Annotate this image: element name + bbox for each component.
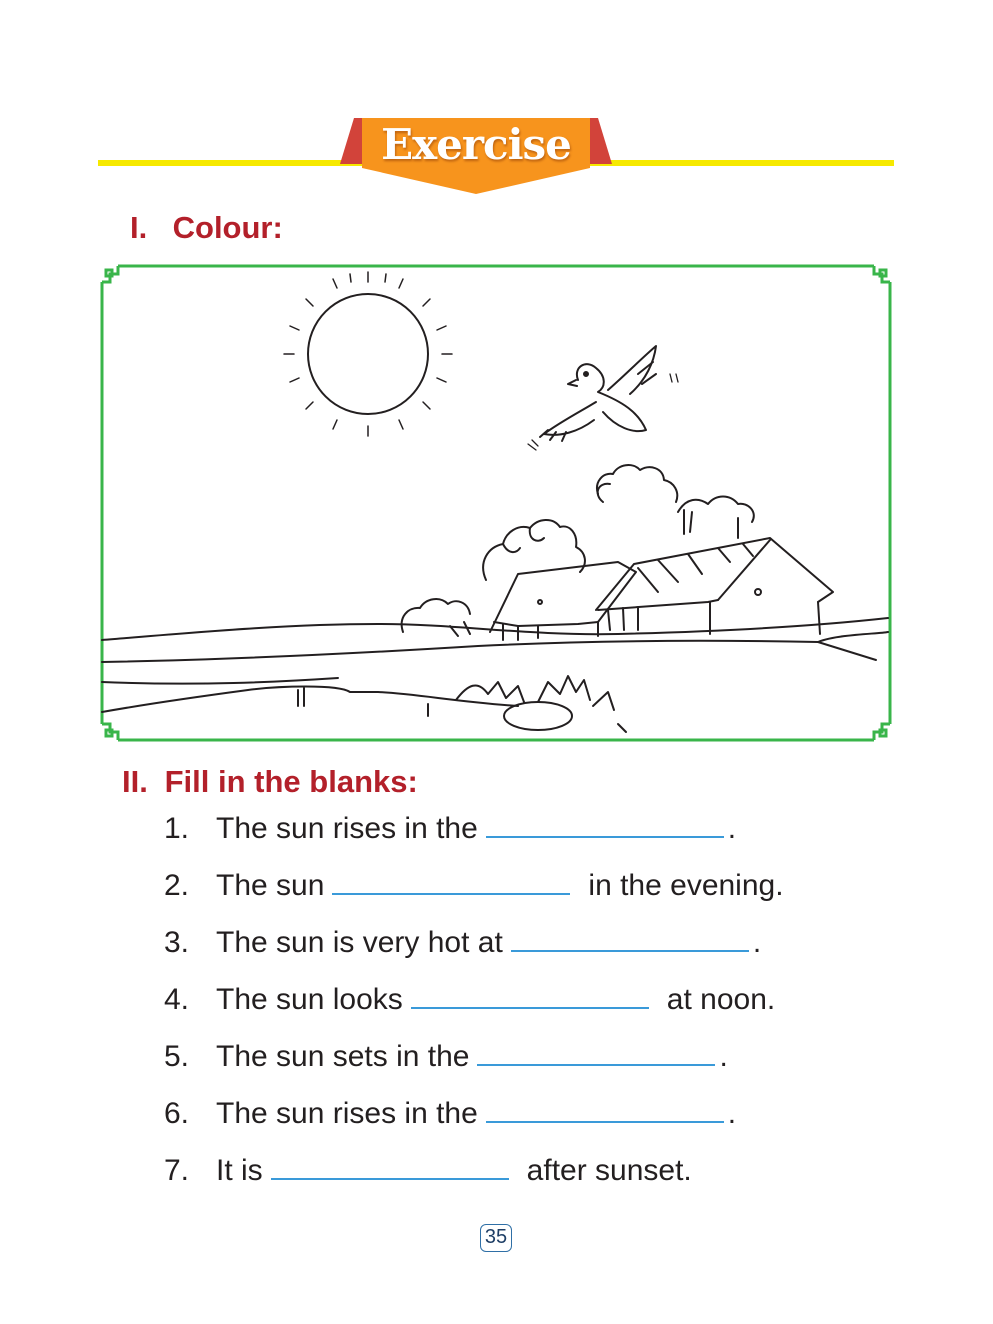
blank-item: 4. The sun looks at noon. [164,979,784,1036]
blank-item: 5. The sun sets in the. [164,1036,784,1093]
blank-item: 1. The sun rises in the. [164,808,784,865]
answer-blank[interactable] [477,1038,716,1066]
colouring-picture [100,264,892,742]
fill-blanks-list: 1. The sun rises in the. 2. The sun in the … [164,808,784,1207]
section-title: Fill in the blanks: [164,764,418,799]
answer-blank[interactable] [510,924,749,952]
answer-blank[interactable] [410,981,649,1009]
item-number: 5. [164,1040,190,1073]
answer-blank[interactable] [485,810,724,838]
section-heading-colour: I. Colour: [130,210,283,246]
page-number: 35 [480,1224,512,1252]
item-number: 1. [164,812,190,845]
sentence-start: The sun looks [216,983,403,1016]
huts-drawing [489,537,834,641]
blank-item: 6. The sun rises in the. [164,1093,784,1150]
blank-item: 2. The sun in the evening. [164,865,784,922]
sentence-start: The sun is very hot at [216,926,503,959]
sentence-end: . [727,1097,737,1130]
picture-frame-border [100,264,892,742]
sentence-end: at noon. [666,983,776,1016]
item-number: 4. [164,983,190,1016]
sentence-start: It is [216,1154,263,1187]
item-number: 7. [164,1154,190,1187]
pond-grass-drawing [455,675,627,733]
section-number: II. [122,764,148,799]
section-heading-fill-blanks: II. Fill in the blanks: [122,764,418,800]
sentence-start: The sun rises in the [216,812,478,845]
sentence-end: . [752,926,762,959]
blank-item: 3. The sun is very hot at. [164,922,784,979]
section-title: Colour: [172,210,283,245]
sentence-end: . [727,812,737,845]
answer-blank[interactable] [332,867,571,895]
sun-drawing [283,271,453,437]
answer-blank[interactable] [270,1152,509,1180]
item-number: 3. [164,926,190,959]
section-number: I. [130,210,148,245]
sentence-end: in the evening. [588,869,784,902]
item-number: 2. [164,869,190,902]
sentence-start: The sun [216,869,325,902]
sentence-start: The sun sets in the [216,1040,470,1073]
sentence-end: . [719,1040,728,1073]
blank-item: 7. It is after sunset. [164,1150,784,1207]
landscape-drawing [101,617,889,717]
bird-drawing [527,345,679,451]
sentence-end: after sunset. [526,1154,692,1187]
answer-blank[interactable] [485,1095,724,1123]
page-title: Exercise [381,120,572,169]
sentence-start: The sun rises in the [216,1097,478,1130]
item-number: 6. [164,1097,190,1130]
